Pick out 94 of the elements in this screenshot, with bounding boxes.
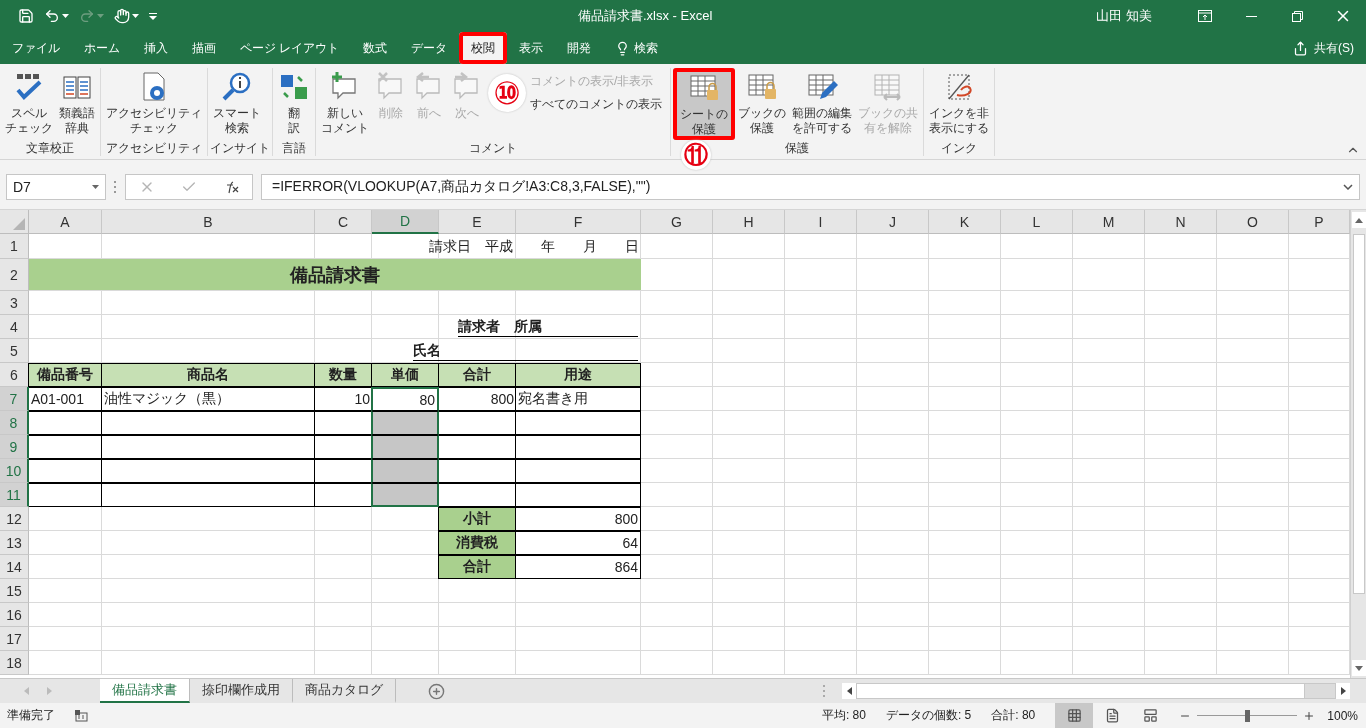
ribbon-tab[interactable]: 開発 (555, 32, 604, 64)
status-statistic: 平均: 80 (821, 707, 866, 724)
row-header[interactable]: 15 (0, 579, 29, 603)
column-header[interactable]: G (641, 210, 713, 234)
ribbon-button[interactable]: 新しい コメント (318, 68, 372, 140)
ribbon-tab[interactable]: 数式 (351, 32, 400, 64)
sheet-title: 備品請求書 (29, 259, 641, 291)
row-header[interactable]: 3 (0, 291, 29, 315)
group-label: 文章校正 (26, 140, 74, 156)
user-name: 山田 知美 (1096, 7, 1152, 25)
ribbon-button[interactable]: ブックの 保護 (735, 68, 789, 140)
name-field: 氏名 (413, 342, 638, 361)
row-header[interactable]: 1 (0, 234, 29, 259)
table-cell-text: 800 (489, 390, 515, 409)
status-statistic: データの個数: 5 (885, 707, 972, 724)
row-header[interactable]: 18 (0, 651, 29, 675)
column-header[interactable]: L (1001, 210, 1073, 234)
ribbon-button[interactable]: 類義語 辞典 (56, 68, 98, 140)
row-header[interactable]: 13 (0, 531, 29, 555)
step-number-badge: ⑩ (488, 74, 526, 112)
ribbon-button[interactable]: アクセシビリティ チェック (103, 68, 205, 140)
ribbon-tab[interactable]: ページ レイアウト (228, 32, 352, 64)
ribbon-button[interactable]: インクを非 表示にする (926, 68, 992, 140)
ribbon-tab[interactable]: 挿入 (132, 32, 180, 64)
row-header[interactable]: 14 (0, 555, 29, 579)
row-header[interactable]: 11 (0, 483, 29, 507)
column-header[interactable]: B (102, 210, 315, 234)
column-heading: 単価 (371, 363, 439, 387)
summary-label: 小計 (438, 507, 516, 531)
column-header[interactable]: J (857, 210, 929, 234)
formula-field[interactable]: =IFERROR(VLOOKUP(A7,商品カタログ!A3:C8,3,FALSE),"") (261, 173, 1360, 200)
column-header[interactable]: I (785, 210, 857, 234)
group-label: インサイト (210, 140, 270, 156)
column-heading: 備品番号 (28, 363, 102, 387)
summary-label: 合計 (438, 555, 516, 579)
group-label: コメント (469, 140, 517, 156)
column-header[interactable]: N (1145, 210, 1217, 234)
column-header[interactable]: M (1073, 210, 1145, 234)
group-label: インク (941, 140, 977, 156)
ribbon-tab[interactable]: 表示 (507, 32, 556, 64)
column-header[interactable]: F (516, 210, 641, 234)
name-box[interactable]: D7 (6, 173, 106, 200)
column-heading: 合計 (438, 363, 516, 387)
sheet-tab[interactable]: 備品請求書 (100, 679, 190, 703)
table-cell-text: A01-001 (30, 390, 85, 409)
column-header[interactable]: C (315, 210, 372, 234)
column-heading: 数量 (314, 363, 372, 387)
status-statistic: 合計: 80 (991, 707, 1036, 724)
column-header[interactable]: D (372, 210, 439, 234)
zoom-level: 100% (1327, 708, 1358, 723)
ribbon-tab[interactable]: データ (399, 32, 460, 64)
table-cell-text: 10 (353, 390, 371, 409)
column-header[interactable]: A (29, 210, 102, 234)
row-header[interactable]: 2 (0, 259, 29, 291)
summary-label: 消費税 (438, 531, 516, 555)
row-header[interactable]: 4 (0, 315, 29, 339)
status-text: 準備完了 (7, 707, 55, 724)
date-line: 請求日 平成 年 月 日 (428, 236, 640, 256)
column-header[interactable]: E (439, 210, 516, 234)
table-cell-text: 宛名書き用 (517, 389, 589, 408)
group-label: アクセシビリティ (106, 140, 202, 156)
row-header[interactable]: 9 (0, 435, 29, 459)
ribbon-tab[interactable]: 描画 (180, 32, 228, 64)
row-header[interactable]: 16 (0, 603, 29, 627)
requester-field: 請求者 所属 (458, 318, 638, 337)
ribbon-button[interactable]: 翻 訳 (275, 68, 313, 140)
ribbon-tab[interactable]: 校閲 (459, 32, 508, 64)
ribbon-tab[interactable]: ファイル (0, 32, 72, 64)
ribbon-button[interactable]: スマート 検索 (210, 68, 264, 140)
search-button[interactable]: 検索 (603, 32, 671, 64)
column-header[interactable]: H (713, 210, 785, 234)
share-button[interactable]: 共有(S) (1281, 32, 1366, 64)
group-label: 言語 (282, 140, 306, 156)
active-cell[interactable]: 80 (371, 387, 439, 411)
column-heading: 商品名 (101, 363, 315, 387)
column-header[interactable]: O (1217, 210, 1289, 234)
row-header[interactable]: 8 (0, 411, 29, 435)
ribbon-button[interactable]: シートの 保護 (673, 68, 735, 140)
ribbon-tab[interactable]: ホーム (72, 32, 132, 64)
column-heading: 用途 (515, 363, 641, 387)
row-header[interactable]: 5 (0, 339, 29, 363)
ribbon-button[interactable]: 範囲の編集 を許可する (789, 68, 855, 140)
table-cell-text: 油性マジック（黒） (103, 389, 231, 408)
row-header[interactable]: 12 (0, 507, 29, 531)
row-header[interactable]: 17 (0, 627, 29, 651)
row-header[interactable]: 7 (0, 387, 29, 411)
column-header[interactable]: K (929, 210, 1001, 234)
row-header[interactable]: 6 (0, 363, 29, 387)
row-header[interactable]: 10 (0, 459, 29, 483)
window-title: 備品請求書.xlsx - Excel (578, 7, 714, 25)
group-label: 保護 (785, 140, 809, 156)
step-number-badge: ⑪ (681, 140, 711, 170)
column-header[interactable]: P (1289, 210, 1350, 234)
ribbon-button[interactable]: スペル チェック (2, 68, 56, 140)
